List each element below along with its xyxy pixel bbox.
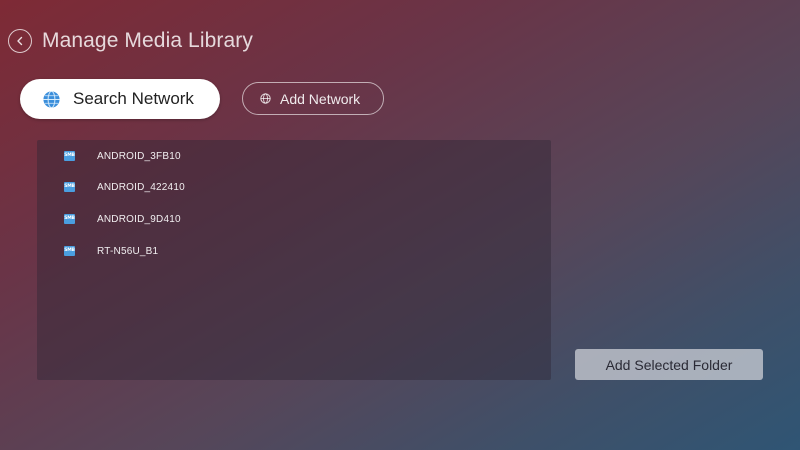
list-item[interactable]: SMB ANDROID_3FB10 — [37, 142, 551, 170]
list-item[interactable]: SMB ANDROID_9D410 — [37, 205, 551, 233]
back-button[interactable] — [8, 29, 32, 53]
search-network-label: Search Network — [73, 89, 194, 108]
add-network-label: Add Network — [280, 90, 361, 107]
list-item-label: ANDROID_422410 — [97, 181, 185, 193]
network-list[interactable]: SMB ANDROID_3FB10 SMB ANDROID_422410 SMB… — [37, 140, 551, 380]
list-item[interactable]: SMB ANDROID_422410 — [37, 173, 551, 201]
list-item-label: ANDROID_3FB10 — [97, 150, 181, 162]
smb-icon: SMB — [64, 151, 75, 161]
globe-icon — [260, 93, 271, 104]
page-title: Manage Media Library — [42, 29, 253, 52]
list-item-label: RT-N56U_B1 — [97, 245, 159, 257]
chevron-left-icon — [17, 36, 23, 46]
list-item[interactable]: SMB RT-N56U_B1 — [37, 237, 551, 265]
smb-icon: SMB — [64, 182, 75, 192]
smb-icon: SMB — [64, 246, 75, 256]
smb-icon: SMB — [64, 214, 75, 224]
header: Manage Media Library — [8, 29, 253, 53]
globe-icon — [43, 90, 60, 108]
list-item-label: ANDROID_9D410 — [97, 213, 181, 225]
add-selected-folder-button[interactable]: Add Selected Folder — [575, 349, 763, 380]
add-network-button[interactable]: Add Network — [242, 82, 384, 115]
search-network-button[interactable]: Search Network — [20, 79, 220, 119]
